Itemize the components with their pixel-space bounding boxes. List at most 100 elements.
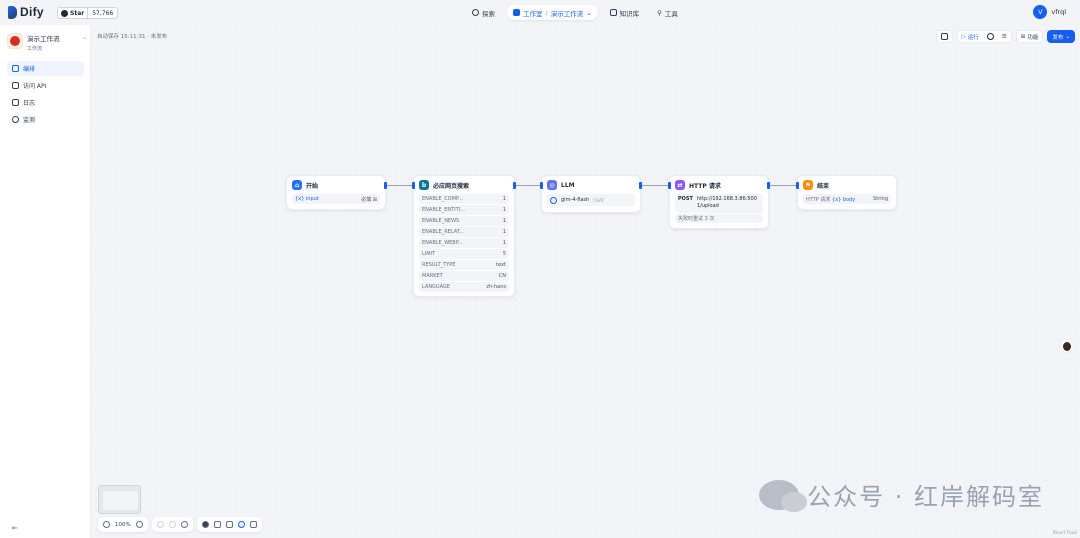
studio-icon: [513, 9, 520, 16]
minimap[interactable]: [98, 485, 141, 514]
retry-info: 失败时重试 3 次: [675, 214, 763, 223]
chevron-down-icon: ⌄: [1065, 33, 1070, 40]
redo-icon[interactable]: [168, 521, 176, 528]
edge-start-bing[interactable]: [386, 185, 413, 186]
param-row: ENABLE_RELAT... 1: [419, 227, 509, 237]
input-handle[interactable]: [796, 182, 799, 189]
param-row: LANGUAGE zh-hans: [419, 282, 509, 292]
organize-icon[interactable]: [249, 521, 257, 528]
history-button[interactable]: [983, 31, 998, 42]
edge-llm-http[interactable]: [641, 185, 669, 186]
output-handle[interactable]: [639, 182, 642, 189]
output-handle[interactable]: [384, 182, 387, 189]
main-nav: 探索 工作室 / 演示工作流 ⌄ 知识库 ⚲ 工具: [466, 5, 684, 20]
log-icon: [12, 99, 19, 106]
zoom-out-icon[interactable]: [103, 521, 110, 528]
node-llm[interactable]: ◎ LLM glm-4-flash CHAT: [540, 175, 642, 213]
run-button[interactable]: ▷ 运行: [958, 31, 983, 42]
node-http-request[interactable]: ⇄ HTTP 请求 POST http://192.168.3.86:5001/…: [668, 175, 770, 229]
user-name: vfrql: [1051, 8, 1066, 16]
watermark: 公众号 · 红岸解码室: [759, 477, 1044, 512]
nav-explore[interactable]: 探索: [466, 5, 501, 20]
param-row: RESULT_TYPE text: [419, 260, 509, 270]
note-icon[interactable]: [213, 521, 221, 528]
sidebar-menu: 编排 访问 API 日志 监测: [7, 61, 84, 129]
zoom-group: 100%: [98, 517, 148, 532]
nav-knowledge[interactable]: 知识库: [604, 5, 646, 20]
output-handle[interactable]: [513, 182, 516, 189]
env-variables-button[interactable]: [935, 30, 953, 43]
star-label: Star: [70, 9, 85, 17]
sidebar-item-orchestrate[interactable]: 编排: [7, 61, 84, 76]
start-variable-row: {x} input 必填 ⊞: [292, 194, 380, 204]
run-group: ▷ 运行 ☰: [956, 30, 1012, 43]
end-output-row: HTTP 请求 {x} body String: [803, 194, 891, 204]
features-button[interactable]: ⊞ 功能: [1015, 30, 1044, 43]
user-menu[interactable]: V vfrql: [1033, 5, 1066, 19]
current-app-name[interactable]: 演示工作流: [551, 8, 584, 18]
sidebar-item-api[interactable]: 访问 API: [7, 78, 84, 93]
features-icon: ⊞: [1020, 33, 1026, 40]
http-url: http://192.168.3.86:5001/upload: [696, 196, 757, 209]
version-history-icon[interactable]: [180, 521, 188, 528]
play-icon: ▷: [961, 33, 966, 40]
undo-icon[interactable]: [156, 521, 164, 528]
github-star-button[interactable]: Star 57,766: [57, 7, 119, 19]
logo-text: Dify: [20, 5, 44, 19]
chevron-down-icon[interactable]: ⌄: [586, 9, 591, 17]
request-row: POST http://192.168.3.86:5001/upload: [675, 194, 763, 213]
avatar: V: [1033, 5, 1048, 19]
node-title: HTTP 请求: [689, 182, 721, 190]
node-bing-search[interactable]: b 必应网页搜索 ENABLE_COMP... 1 ENABLE_ENTITI..…: [412, 175, 516, 297]
output-handle[interactable]: [767, 182, 770, 189]
app-name: 演示工作流: [27, 35, 60, 43]
sidebar-item-logs[interactable]: 日志: [7, 95, 84, 110]
node-title: 结束: [817, 182, 830, 190]
bing-icon: b: [419, 180, 429, 190]
zoom-level[interactable]: 100%: [115, 522, 131, 528]
input-handle[interactable]: [668, 182, 671, 189]
model-name: glm-4-flash: [561, 197, 590, 203]
edge-bing-llm[interactable]: [515, 185, 541, 186]
nav-studio[interactable]: 工作室 / 演示工作流 ⌄: [507, 5, 598, 20]
layout-icon: [12, 65, 19, 72]
zoom-in-icon[interactable]: [135, 521, 143, 528]
node-title: 必应网页搜索: [433, 182, 470, 190]
star-count: 57,766: [92, 9, 114, 17]
top-bar: Dify Star 57,766 探索 工作室 / 演示工作流 ⌄ 知识库 ⚲ …: [0, 0, 1080, 25]
tools-group: [196, 517, 262, 532]
hand-icon[interactable]: [237, 521, 245, 528]
dify-logo[interactable]: Dify: [8, 5, 44, 19]
flag-icon: ⚑: [803, 180, 813, 190]
chevron-down-icon[interactable]: ⌄: [82, 34, 87, 41]
workflow-canvas[interactable]: 自动保存 15:11:31 · 未发布 ▷ 运行 ☰ ⊞ 功能 发布 ⌄ ⌂ 开…: [91, 25, 1080, 538]
checklist-button[interactable]: ☰: [998, 31, 1011, 42]
input-handle[interactable]: [412, 182, 415, 189]
app-info[interactable]: 演示工作流 工作流 ⌄: [7, 33, 87, 52]
node-start[interactable]: ⌂ 开始 {x} input 必填 ⊞: [286, 175, 387, 210]
canvas-controls: 100%: [98, 517, 262, 532]
node-title: LLM: [561, 181, 575, 189]
history-icon: [986, 33, 994, 40]
param-row: LIMIT 5: [419, 249, 509, 259]
param-row: ENABLE_COMP... 1: [419, 194, 509, 204]
add-node-icon[interactable]: [201, 521, 209, 528]
param-row: ENABLE_NEWS 1: [419, 216, 509, 226]
edge-http-end[interactable]: [769, 185, 797, 186]
book-icon: [609, 9, 617, 16]
collapse-sidebar-icon[interactable]: ⇤: [12, 524, 18, 532]
input-handle[interactable]: [540, 182, 543, 189]
nav-tools[interactable]: ⚲ 工具: [651, 5, 684, 20]
http-icon: ⇄: [675, 180, 685, 190]
pointer-icon[interactable]: [225, 521, 233, 528]
assistant-avatar[interactable]: [1059, 338, 1074, 353]
monitor-icon: [12, 116, 19, 123]
canvas-toolbar: ▷ 运行 ☰ ⊞ 功能 发布 ⌄: [935, 30, 1075, 43]
publish-button[interactable]: 发布 ⌄: [1047, 30, 1075, 43]
github-icon: [61, 9, 68, 17]
react-flow-attribution[interactable]: React Flow: [1053, 531, 1077, 536]
node-end[interactable]: ⚑ 结束 HTTP 请求 {x} body String: [796, 175, 897, 210]
api-icon: [12, 82, 19, 89]
sidebar-item-monitor[interactable]: 监测: [7, 112, 84, 127]
autosave-status: 自动保存 15:11:31 · 未发布: [97, 34, 168, 40]
